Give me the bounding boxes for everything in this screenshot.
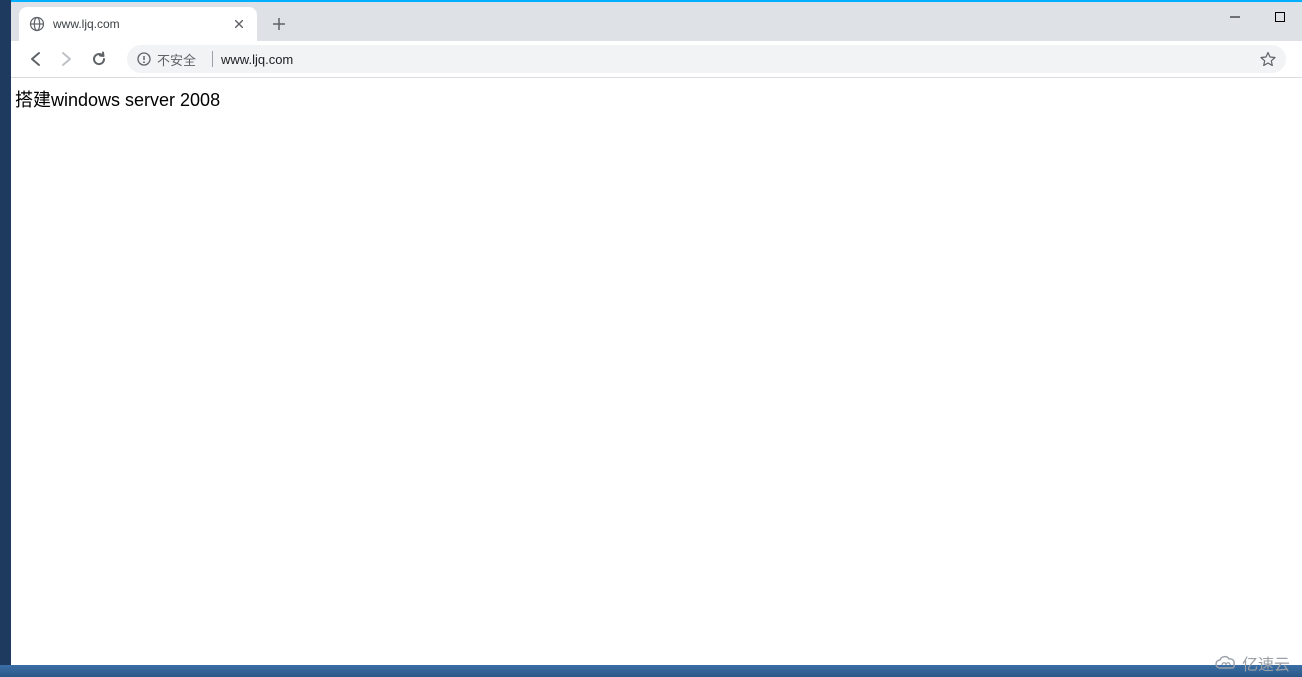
address-bar[interactable]: 不安全 www.ljq.com bbox=[127, 45, 1286, 73]
tab-title: www.ljq.com bbox=[53, 17, 231, 31]
watermark: 亿速云 bbox=[1214, 651, 1290, 675]
forward-button[interactable] bbox=[53, 45, 81, 73]
security-label: 不安全 bbox=[157, 50, 196, 69]
maximize-button[interactable] bbox=[1257, 2, 1302, 32]
browser-tab-active[interactable]: www.ljq.com bbox=[19, 7, 257, 41]
browser-toolbar: 不安全 www.ljq.com bbox=[11, 41, 1302, 78]
address-divider bbox=[212, 51, 213, 67]
page-heading: 搭建windows server 2008 bbox=[15, 86, 1298, 112]
watermark-cloud-icon bbox=[1214, 654, 1238, 672]
watermark-text: 亿速云 bbox=[1242, 651, 1290, 675]
windows-taskbar[interactable] bbox=[0, 665, 1302, 677]
browser-title-bar: www.ljq.com bbox=[11, 2, 1302, 41]
page-content: 搭建windows server 2008 bbox=[11, 78, 1302, 665]
bookmark-button[interactable] bbox=[1254, 45, 1282, 73]
browser-window: www.ljq.com bbox=[11, 0, 1302, 665]
minimize-button[interactable] bbox=[1212, 2, 1257, 32]
reload-button[interactable] bbox=[85, 45, 113, 73]
window-controls bbox=[1212, 2, 1302, 32]
url-text: www.ljq.com bbox=[221, 52, 1254, 67]
security-indicator[interactable]: 不安全 bbox=[137, 50, 204, 69]
close-tab-button[interactable] bbox=[231, 16, 247, 32]
back-button[interactable] bbox=[21, 45, 49, 73]
new-tab-button[interactable] bbox=[265, 10, 293, 38]
desktop-background-strip bbox=[0, 0, 11, 677]
globe-icon bbox=[29, 16, 45, 32]
